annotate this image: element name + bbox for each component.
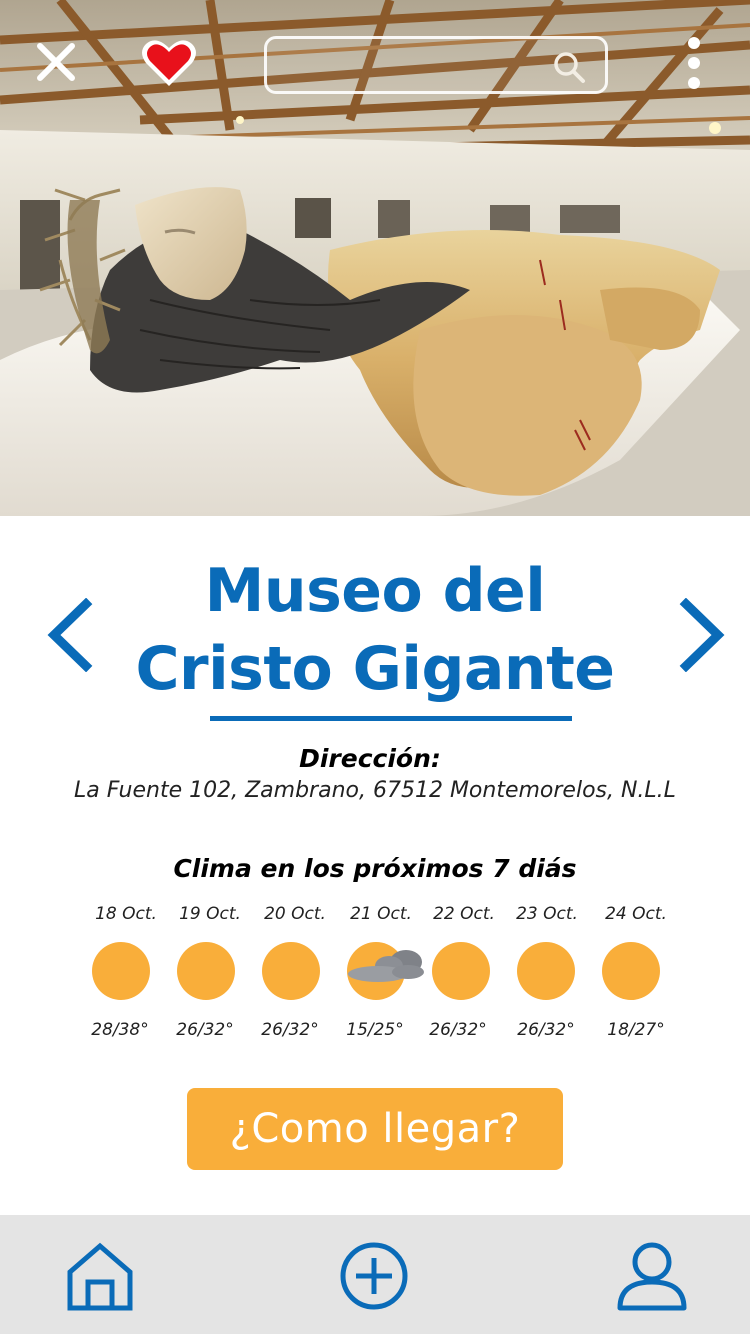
forecast-date: 24 Oct. xyxy=(605,904,667,924)
sun-icon xyxy=(432,942,490,1000)
forecast-temp: 18/27° xyxy=(607,1020,665,1040)
previous-arrow-icon[interactable] xyxy=(44,598,94,672)
how-to-get-there-button[interactable]: ¿Como llegar? xyxy=(187,1088,563,1170)
address-label: Dirección: xyxy=(299,744,441,773)
title-line-1: Museo del xyxy=(204,556,546,626)
sun-icon xyxy=(92,942,150,1000)
next-arrow-icon[interactable] xyxy=(676,598,726,672)
hero-photo xyxy=(0,0,750,516)
forecast-temp: 26/32° xyxy=(517,1020,575,1040)
more-vertical-icon[interactable] xyxy=(680,36,708,92)
close-icon[interactable] xyxy=(32,38,80,86)
sun-icon xyxy=(262,942,320,1000)
cloud-icon xyxy=(348,950,424,982)
title-divider xyxy=(210,716,572,721)
search-icon[interactable] xyxy=(551,49,587,85)
search-bar[interactable] xyxy=(264,36,608,94)
sun-icon xyxy=(517,942,575,1000)
forecast-date: 20 Oct. xyxy=(264,904,326,924)
search-input[interactable] xyxy=(279,47,539,83)
heart-icon[interactable] xyxy=(140,36,198,90)
sun-icon xyxy=(602,942,660,1000)
page-title: Museo del Cristo Gigante xyxy=(110,552,640,708)
profile-icon[interactable] xyxy=(616,1240,688,1312)
add-circle-icon[interactable] xyxy=(338,1240,410,1312)
forecast-temp: 26/32° xyxy=(429,1020,487,1040)
address-value: La Fuente 102, Zambrano, 67512 Montemore… xyxy=(74,778,676,803)
sun-icon xyxy=(177,942,235,1000)
home-icon[interactable] xyxy=(64,1240,136,1312)
forecast-date: 23 Oct. xyxy=(516,904,578,924)
title-line-2: Cristo Gigante xyxy=(135,634,615,704)
weather-title: Clima en los próximos 7 diás xyxy=(173,854,577,883)
